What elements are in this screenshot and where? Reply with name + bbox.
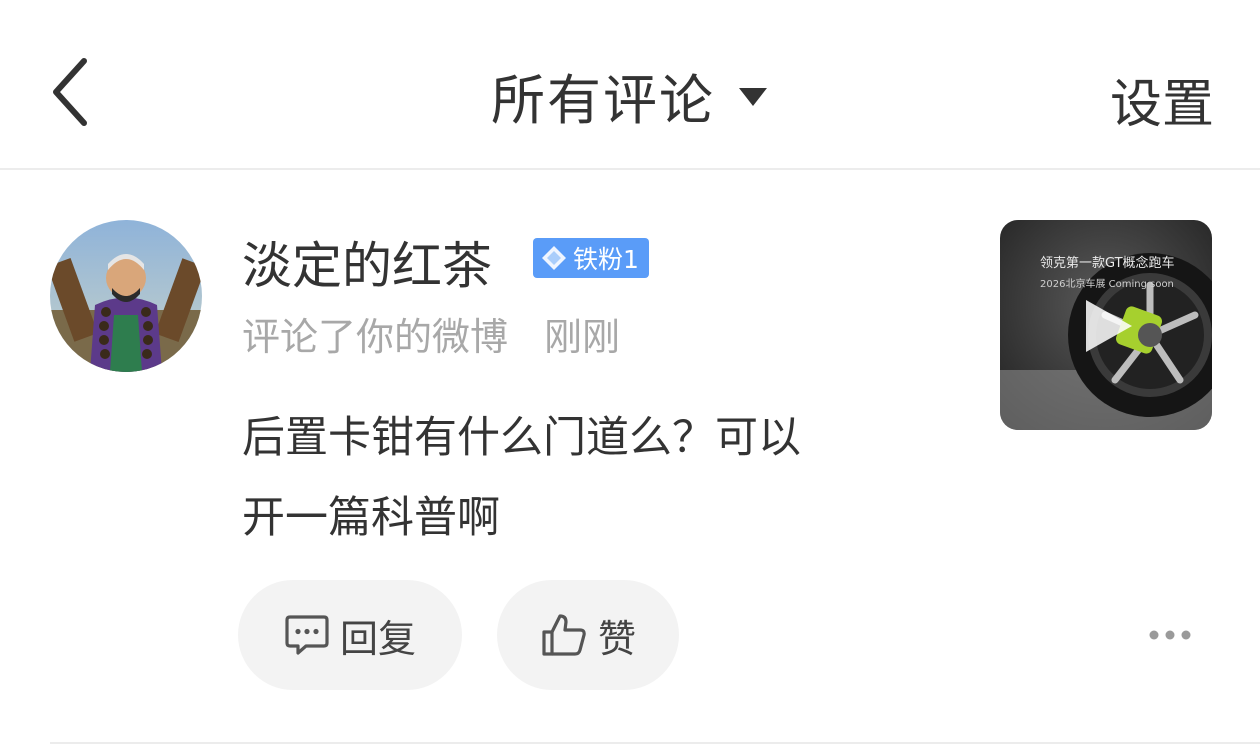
- more-dots-icon: [1149, 630, 1191, 640]
- fan-badge[interactable]: 铁粉1: [533, 238, 649, 278]
- top-bar: 所有评论 设置: [0, 0, 1260, 170]
- reply-button[interactable]: 回复: [238, 580, 462, 690]
- dropdown-caret-icon: [739, 88, 767, 106]
- user-name[interactable]: 淡定的红茶: [242, 226, 492, 298]
- timestamp: 刚刚: [544, 315, 621, 359]
- comment-bubble-icon: [285, 615, 329, 655]
- reply-label: 回复: [339, 616, 416, 661]
- like-label: 赞: [597, 616, 636, 661]
- fan-badge-label: 铁粉1: [573, 245, 639, 274]
- divider: [50, 742, 1260, 744]
- comment-line: 开一篇科普啊: [242, 493, 500, 543]
- settings-button[interactable]: 设置: [1110, 62, 1214, 137]
- title-dropdown[interactable]: 所有评论: [0, 55, 1260, 135]
- comment-line: 后置卡钳有什么门道么？可以: [242, 413, 801, 463]
- like-button[interactable]: 赞: [497, 580, 679, 690]
- thumbnail-subcaption: 2026北京车展 Coming soon: [1040, 279, 1174, 290]
- more-options-button[interactable]: [1140, 615, 1200, 655]
- comment-text: 后置卡钳有什么门道么？可以 开一篇科普啊: [242, 398, 942, 558]
- avatar-image: [50, 220, 202, 372]
- avatar[interactable]: [50, 220, 202, 372]
- diamond-icon: [542, 246, 566, 270]
- post-thumbnail[interactable]: 领克第一款GT概念跑车 2026北京车展 Coming soon: [1000, 220, 1212, 430]
- play-icon: [1086, 300, 1132, 352]
- action-text: 评论了你的微博: [242, 315, 509, 359]
- thumbs-up-icon: [542, 614, 586, 656]
- thumbnail-caption: 领克第一款GT概念跑车: [1040, 256, 1175, 271]
- comment-meta: 评论了你的微博 刚刚: [242, 306, 620, 361]
- page-title: 所有评论: [491, 68, 715, 132]
